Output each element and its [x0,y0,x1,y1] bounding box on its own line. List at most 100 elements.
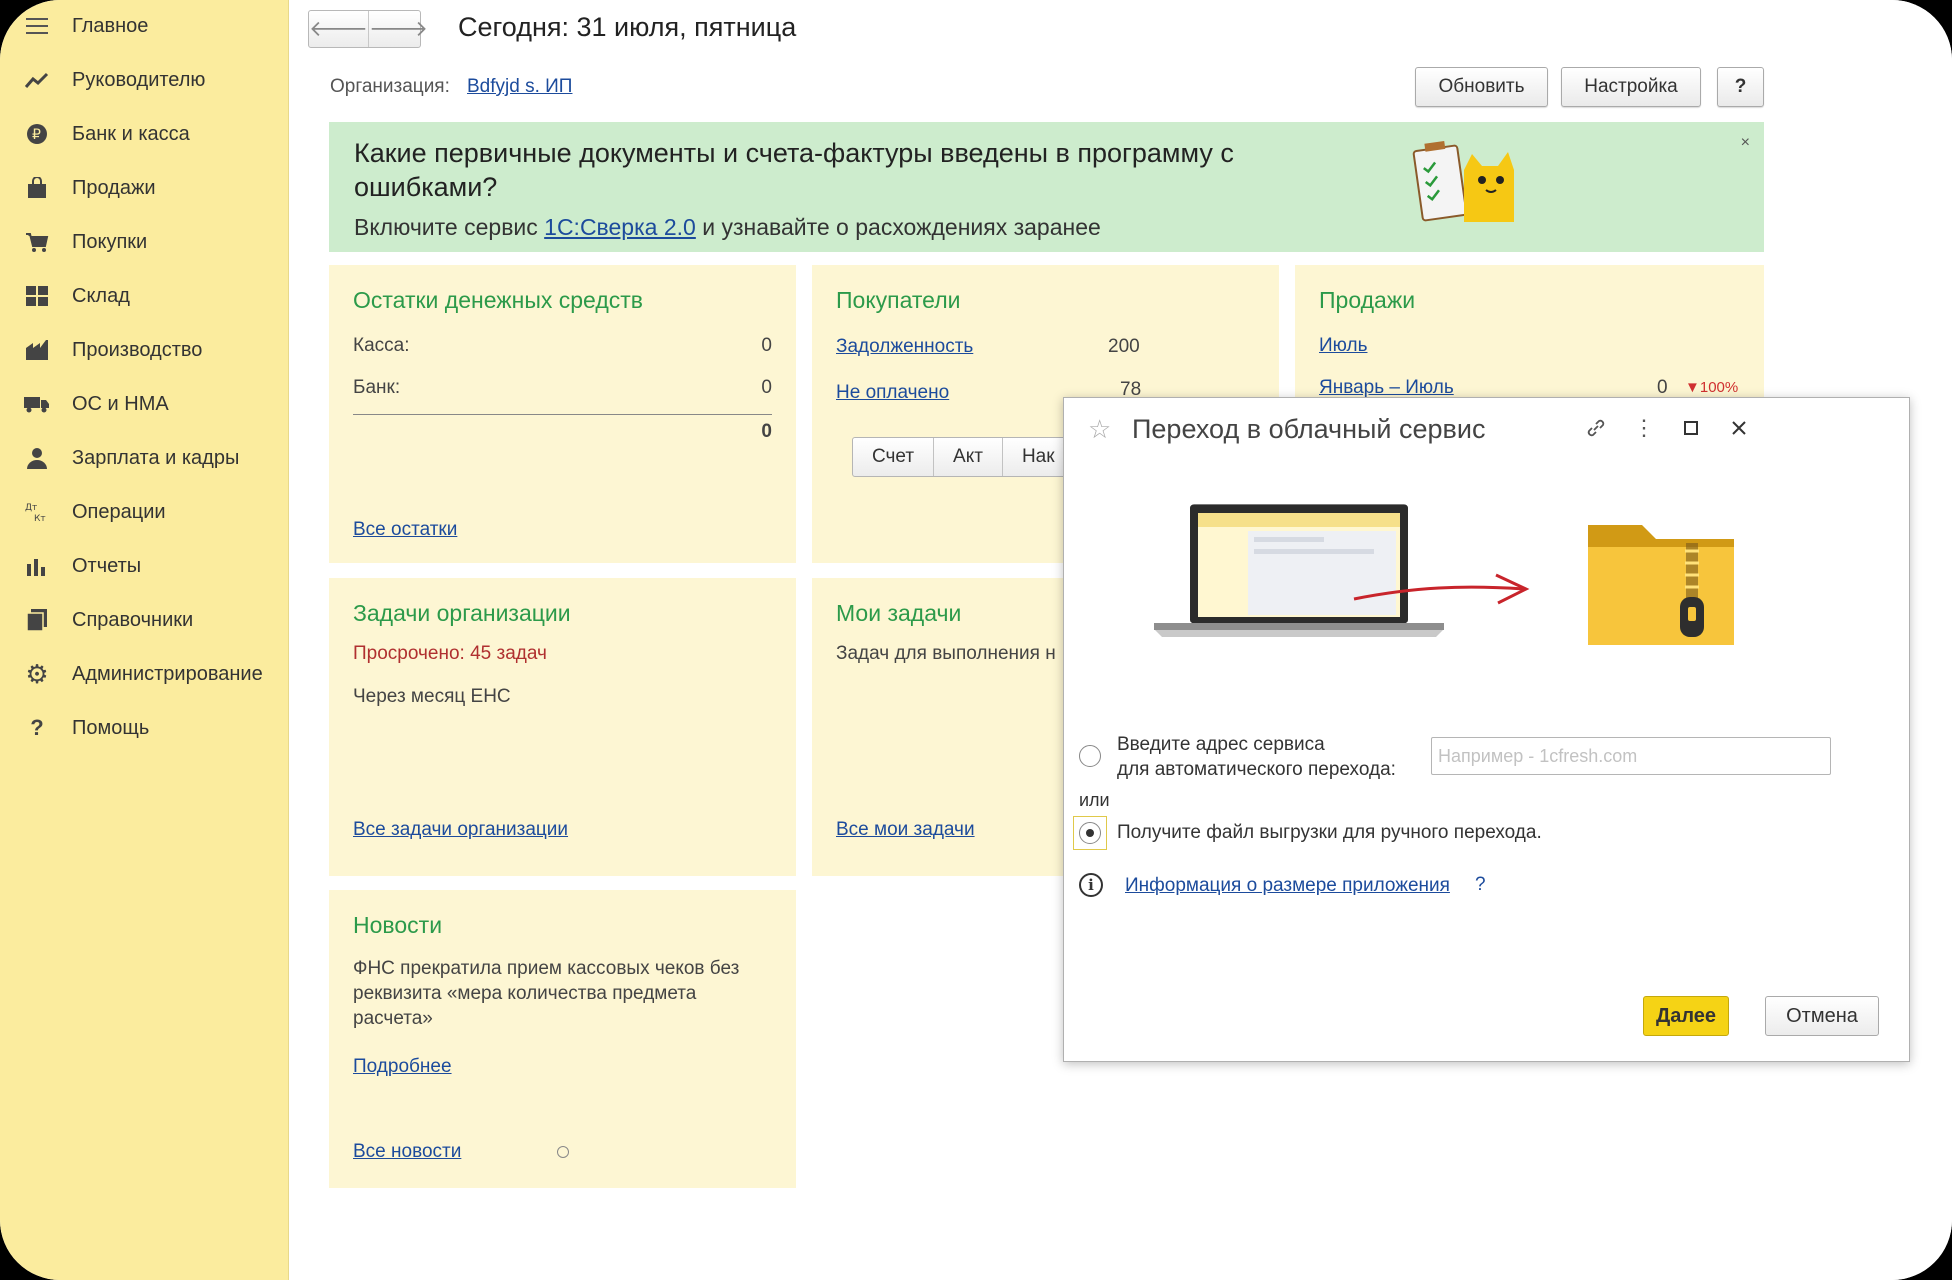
forward-arrow-icon[interactable]: 🡒 [368,11,428,47]
sidebar-item-main[interactable]: Главное [22,6,282,46]
refresh-button[interactable]: Обновить [1415,67,1548,107]
auto-migration-label: Введите адрес сервиса для автоматическог… [1117,732,1396,782]
card-title: Задачи организации [353,600,571,626]
svg-text:Дт: Дт [25,503,37,513]
tab-invoice[interactable]: Счет [853,438,933,476]
sidebar-item-purchases[interactable]: Покупки [22,222,282,262]
bank-label: Банк: [353,377,401,398]
all-news-link[interactable]: Все новости [353,1141,461,1163]
service-address-input[interactable] [1431,737,1831,775]
all-balances-link[interactable]: Все остатки [353,519,457,541]
sidebar-item-label: Продажи [72,176,156,199]
manual-migration-label: Получите файл выгрузки для ручного перех… [1117,822,1542,843]
sidebar-item-help[interactable]: ? Помощь [22,708,282,748]
banner-sub-text-end: и узнавайте о расхождениях заранее [695,214,1101,240]
clipboard-cat-illustration [1412,141,1514,222]
card-title: Остатки денежных средств [353,287,643,313]
question-icon: ? [30,715,44,740]
sidebar-item-label: ОС и НМА [72,392,169,415]
debt-value: 200 [1108,336,1140,357]
sverka-link[interactable]: 1С:Сверка 2.0 [544,214,696,240]
info-icon: i [1079,873,1103,897]
app-window: Главное Руководителю ₽ Банк и касса Прод… [0,0,1952,1280]
laptop-to-cloud-illustration [1154,504,1530,637]
change-badge: ▼100% [1685,379,1739,396]
sidebar-item-label: Главное [72,14,149,37]
overdue-text: Просрочено: 45 задач [353,643,547,664]
all-org-tasks-link[interactable]: Все задачи организации [353,819,568,841]
all-my-tasks-link[interactable]: Все мои задачи [836,819,975,841]
sidebar-item-label: Отчеты [72,554,142,577]
app-size-info-link[interactable]: Информация о размере приложения [1125,875,1450,897]
cancel-button[interactable]: Отмена [1765,996,1879,1036]
sidebar-item-assets[interactable]: ОС и НМА [22,384,282,424]
ruble-icon: ₽ [22,119,52,149]
sidebar-item-label: Помощь [72,716,150,739]
sidebar-item-sales[interactable]: Продажи [22,168,282,208]
month-link[interactable]: Июль [1319,335,1367,357]
sidebar-item-production[interactable]: Производство [22,330,282,370]
kassa-value: 0 [761,335,772,356]
warehouse-icon [22,281,52,311]
cart-icon [22,227,52,257]
link-icon[interactable] [1581,413,1611,443]
dt-kt-icon: Дт Кт [22,497,52,527]
period-link[interactable]: Январь – Июль [1319,377,1454,399]
news-card: Новости ФНС прекратила прием кассовых че… [329,890,796,1188]
news-text: ФНС прекратила прием кассовых чеков без … [353,958,740,1029]
sidebar: Главное Руководителю ₽ Банк и касса Прод… [0,0,289,1280]
news-pager-dot[interactable] [557,1146,569,1158]
maximize-icon[interactable] [1676,413,1706,443]
sidebar-item-bank[interactable]: ₽ Банк и касса [22,114,282,154]
sidebar-item-label: Зарплата и кадры [72,446,240,469]
more-link[interactable]: Подробнее [353,1056,452,1078]
kassa-label: Касса: [353,335,410,356]
star-icon[interactable]: ☆ [1088,414,1111,445]
sidebar-item-salary[interactable]: Зарплата и кадры [22,438,282,478]
menu-icon [22,11,52,41]
sidebar-item-warehouse[interactable]: Склад [22,276,282,316]
books-icon [22,605,52,635]
period-value: 0 [1657,377,1668,398]
sidebar-item-label: Склад [72,284,130,307]
sidebar-item-label: Производство [72,338,203,361]
my-tasks-text: Задач для выполнения н [836,643,1056,664]
sidebar-item-label: Справочники [72,608,194,631]
close-icon[interactable]: × [1741,134,1750,152]
tab-act[interactable]: Акт [933,438,1002,476]
next-task-text: Через месяц ЕНС [353,686,511,707]
truck-icon [22,389,52,419]
sidebar-item-label: Руководителю [72,68,206,91]
info-help-icon[interactable]: ? [1475,874,1486,896]
sidebar-item-catalogs[interactable]: Справочники [22,600,282,640]
organization-link[interactable]: Bdfyjd s. ИП [467,76,572,98]
zip-folder-icon [1588,525,1734,645]
unpaid-link[interactable]: Не оплачено [836,382,949,404]
sidebar-item-director[interactable]: Руководителю [22,60,282,100]
debt-link[interactable]: Задолженность [836,336,973,358]
more-vertical-icon[interactable]: ⋮ [1629,413,1659,443]
banner-title: Какие первичные документы и счета-фактур… [354,138,1234,202]
card-title: Мои задачи [836,600,962,626]
close-icon[interactable] [1724,413,1754,443]
back-arrow-icon[interactable]: 🡐 [309,11,368,47]
card-title: Продажи [1319,287,1416,313]
manual-migration-radio[interactable] [1079,822,1101,844]
divider [353,414,772,415]
sidebar-item-reports[interactable]: Отчеты [22,546,282,586]
gear-icon: ⚙ [25,658,49,689]
page-title: Сегодня: 31 июля, пятница [458,12,797,42]
banner-sub-text: Включите сервис [354,214,545,240]
next-button[interactable]: Далее [1643,996,1729,1036]
bank-value: 0 [761,377,772,398]
bag-icon [22,173,52,203]
help-button[interactable]: ? [1717,67,1764,107]
org-tasks-card: Задачи организации Просрочено: 45 задач … [329,578,796,876]
sidebar-item-admin[interactable]: ⚙ Администрирование [22,654,282,694]
sidebar-item-operations[interactable]: Дт Кт Операции [22,492,282,532]
settings-button[interactable]: Настройка [1561,67,1701,107]
auto-migration-line2: для автоматического перехода: [1117,759,1396,780]
auto-migration-radio[interactable] [1079,745,1101,767]
svg-text:₽: ₽ [32,127,41,143]
document-type-tabs: Счет Акт Нак [852,437,1075,477]
